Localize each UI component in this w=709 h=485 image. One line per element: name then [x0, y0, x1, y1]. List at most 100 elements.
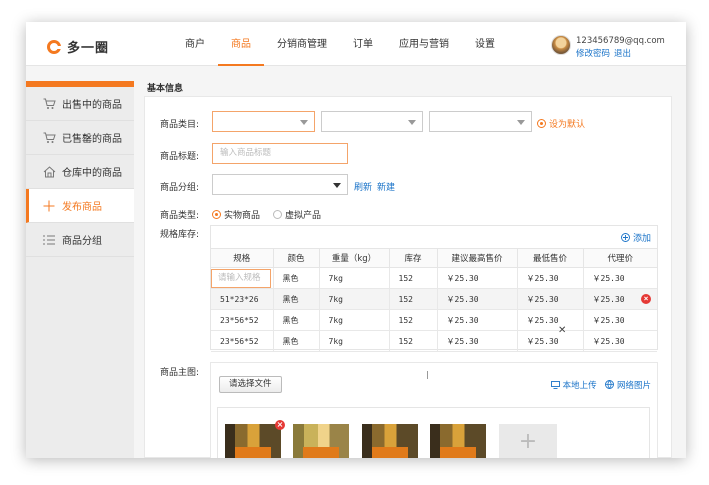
- category-label: 商品类目:: [160, 120, 200, 130]
- add-spec-button[interactable]: 添加: [621, 231, 651, 244]
- min-price-cell: ￥25.30: [516, 288, 584, 310]
- spec-cell: 请输入规格: [211, 267, 274, 289]
- col-stock: 库存: [388, 248, 438, 268]
- title-label: 商品标题:: [160, 152, 200, 162]
- delete-row-icon[interactable]: ×: [641, 294, 651, 304]
- nav-item-distributor[interactable]: 分销商管理: [264, 22, 340, 66]
- chevron-down-icon: [333, 183, 341, 188]
- agent-price-cell: ￥25.30 ×: [582, 288, 657, 310]
- max-price-cell: ￥25.30: [436, 288, 518, 310]
- category-select-2[interactable]: [321, 111, 423, 132]
- nav-item-merchant[interactable]: 商户: [172, 22, 218, 66]
- type-option-physical[interactable]: 实物商品: [212, 208, 260, 221]
- network-image-link[interactable]: 网络图片: [605, 380, 651, 391]
- sidebar-item-label: 仓库中的商品: [62, 168, 122, 179]
- col-agent-price: 代理价: [582, 248, 657, 268]
- agent-price-cell: ￥25.30: [582, 309, 657, 331]
- sidebar-item-sold-out[interactable]: 已售罄的商品: [26, 121, 134, 155]
- logo-icon: [47, 39, 61, 54]
- cart-empty-icon: [42, 131, 56, 145]
- sidebar-item-on-sale[interactable]: 出售中的商品: [26, 87, 134, 121]
- product-form-panel: 商品类目: 设为默认 商品标题: 输入商品标题 商品分组: 刷新 新建 商品类型…: [144, 96, 672, 458]
- category-select-1[interactable]: [212, 111, 315, 132]
- stock-cell: 152: [388, 309, 438, 331]
- nav-item-settings[interactable]: 设置: [462, 22, 508, 66]
- stock-label: 规格库存:: [160, 230, 200, 240]
- col-spec: 规格: [211, 248, 274, 268]
- refresh-link[interactable]: 刷新: [354, 180, 372, 193]
- add-image-button[interactable]: +: [499, 424, 557, 458]
- set-default-option[interactable]: 设为默认: [537, 117, 585, 130]
- type-option-virtual[interactable]: 虚拟产品: [273, 208, 321, 221]
- logo[interactable]: 多一圈: [47, 37, 109, 56]
- set-default-label: 设为默认: [549, 120, 586, 130]
- top-bar: 多一圈 商户 商品 分销商管理 订单 应用与营销 设置 123456789@qq…: [26, 22, 686, 66]
- color-cell: 黑色: [272, 330, 320, 352]
- agent-price-cell: ￥25.30: [582, 330, 657, 352]
- sidebar-item-label: 发布商品: [62, 202, 102, 213]
- nav-item-apps-marketing[interactable]: 应用与营销: [386, 22, 462, 66]
- product-thumbnail[interactable]: [293, 424, 349, 458]
- sidebar-item-publish[interactable]: 发布商品: [26, 189, 134, 223]
- avatar[interactable]: [551, 35, 571, 55]
- table-row: 51*23*26 黑色 7kg 152 ￥25.30 ￥25.30 ￥25.30…: [211, 288, 657, 310]
- product-thumbnail[interactable]: [430, 424, 486, 458]
- nav-item-goods[interactable]: 商品: [218, 22, 264, 66]
- category-select-3[interactable]: [429, 111, 532, 132]
- local-upload-link[interactable]: 本地上传: [550, 381, 599, 391]
- product-thumbnail[interactable]: [362, 424, 418, 458]
- thumbnail-strip: × +: [217, 407, 650, 458]
- product-thumbnail[interactable]: [225, 424, 281, 458]
- min-price-cell: ￥25.30: [516, 330, 584, 352]
- chevron-down-icon: [300, 120, 308, 125]
- upload-links: 本地上传 网络图片: [550, 379, 651, 391]
- sidebar-item-label: 商品分组: [62, 236, 102, 247]
- virtual-radio[interactable]: [273, 210, 282, 219]
- logout-link[interactable]: 退出: [614, 49, 631, 59]
- title-input[interactable]: 输入商品标题: [212, 143, 348, 164]
- col-weight: 重量（kg）: [318, 248, 390, 268]
- spec-stock-box: 添加 规格 颜色 重量（kg） 库存 建议最高售价 最低售价 代理价 请输入规格…: [210, 225, 658, 352]
- remove-thumbnail-icon[interactable]: ×: [275, 420, 285, 430]
- new-group-link[interactable]: 新建: [377, 180, 395, 193]
- sidebar-item-groups[interactable]: 商品分组: [26, 223, 134, 257]
- image-label: 商品主图:: [160, 368, 200, 378]
- set-default-radio[interactable]: [537, 119, 546, 128]
- logo-text: 多一圈: [67, 41, 110, 56]
- type-label: 商品类型:: [160, 211, 200, 221]
- sidebar: 出售中的商品 已售罄的商品 仓库中的商品 发布商品 商品分组: [26, 81, 134, 458]
- max-price-cell: ￥25.30: [436, 330, 518, 352]
- monitor-icon: [550, 381, 560, 389]
- globe-icon: [605, 380, 615, 389]
- text-caret: [427, 371, 428, 379]
- mouse-cursor-icon: ✕: [558, 325, 567, 336]
- warehouse-icon: [42, 165, 56, 179]
- add-spec-label: 添加: [632, 234, 651, 244]
- chevron-down-icon: [517, 120, 525, 125]
- local-upload-label: 本地上传: [562, 381, 597, 391]
- spec-cell: 51*23*26: [211, 288, 274, 310]
- plus-icon: [42, 199, 56, 213]
- color-cell: 黑色: [272, 309, 320, 331]
- min-price-cell: ￥25.30: [516, 309, 584, 331]
- sidebar-item-warehouse[interactable]: 仓库中的商品: [26, 155, 134, 189]
- max-price-cell: ￥25.30: [436, 267, 518, 289]
- agent-price-value: ￥25.30: [592, 294, 625, 304]
- chevron-down-icon: [408, 120, 416, 125]
- weight-cell: 7kg: [318, 330, 390, 352]
- weight-cell: 7kg: [318, 309, 390, 331]
- stock-cell: 152: [388, 288, 438, 310]
- stock-cell: 152: [388, 267, 438, 289]
- physical-radio[interactable]: [212, 210, 221, 219]
- group-select[interactable]: [212, 174, 348, 195]
- choose-file-button[interactable]: 请选择文件: [219, 376, 282, 393]
- nav-item-orders[interactable]: 订单: [340, 22, 386, 66]
- group-label: 商品分组:: [160, 183, 200, 193]
- change-password-link[interactable]: 修改密码: [576, 49, 610, 59]
- max-price-cell: ￥25.30: [436, 309, 518, 331]
- physical-label: 实物商品: [224, 211, 261, 221]
- add-circle-icon: [621, 233, 631, 242]
- network-image-label: 网络图片: [616, 381, 651, 391]
- user-links: 修改密码 退出: [576, 47, 635, 59]
- spec-input[interactable]: 请输入规格: [211, 268, 271, 288]
